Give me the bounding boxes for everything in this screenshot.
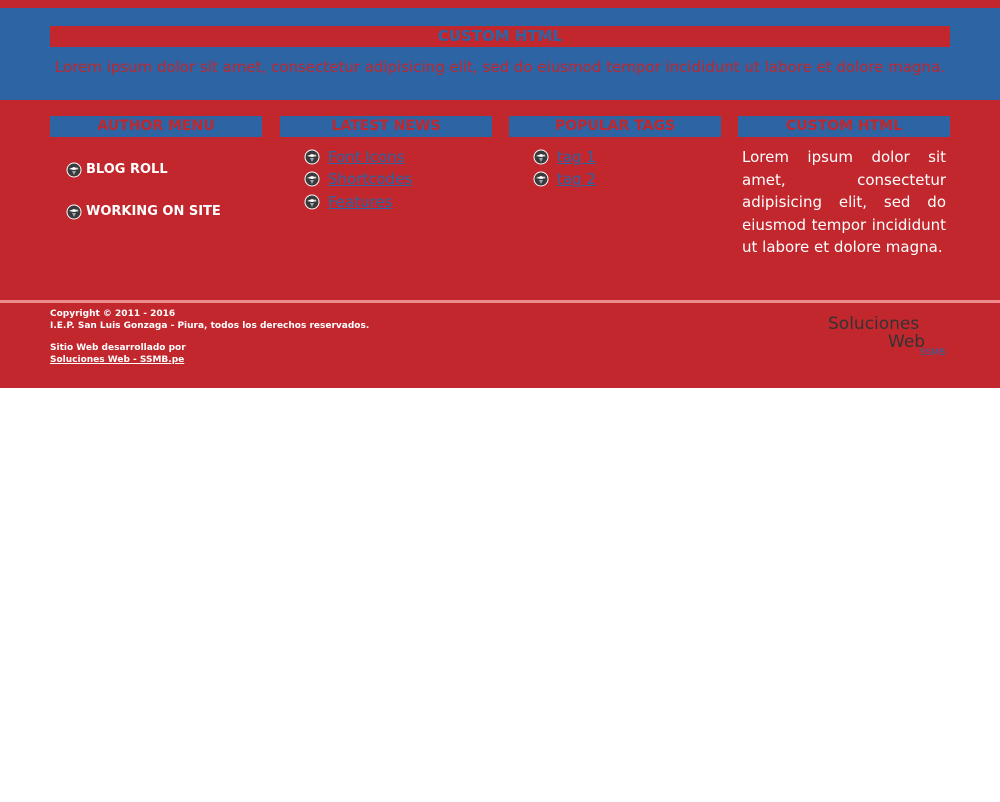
logo-line1: Soluciones <box>828 314 919 334</box>
tag-link[interactable]: tag 1 <box>557 147 596 167</box>
developed-by-text: Sitio Web desarrollado por <box>50 343 186 353</box>
news-link[interactable]: Font Icons <box>328 147 405 167</box>
school-rights-text: I.E.P. San Luis Gonzaga - Piura, todos l… <box>50 321 370 331</box>
menu-item-label[interactable]: WORKING ON SITE <box>86 202 221 222</box>
top-strip <box>0 0 1000 8</box>
eagle-bullet-icon <box>304 171 320 187</box>
copyright-text: Copyright © 2011 - 2016 <box>50 309 176 319</box>
news-link[interactable]: Features <box>328 192 393 212</box>
eagle-bullet-icon <box>66 162 82 178</box>
popular-tags-widget: POPULAR TAGS tag 1 tag 2 <box>509 116 721 188</box>
menu-item-label[interactable]: BLOG ROLL <box>86 160 168 180</box>
eagle-bullet-icon <box>533 171 549 187</box>
tag-link[interactable]: tag 2 <box>557 169 596 189</box>
developer-link[interactable]: Soluciones Web - SSMB.pe <box>50 355 184 365</box>
eagle-bullet-icon <box>304 149 320 165</box>
soluciones-web-logo[interactable]: Soluciones Web SSMB <box>828 309 948 357</box>
author-menu-widget: AUTHOR MENU BLOG ROLL WORKING ON SITE <box>50 116 262 137</box>
custom-html-widget: CUSTOM HTML Lorem ipsum dolor sit amet, … <box>738 116 950 256</box>
eagle-bullet-icon <box>533 149 549 165</box>
custom-html-text: Lorem ipsum dolor sit amet, consectetur … <box>742 148 946 256</box>
news-link[interactable]: Shortcodes <box>328 169 412 189</box>
latest-news-widget: LATEST NEWS Font Icons Shortcodes Featur… <box>280 116 492 211</box>
author-menu-title: AUTHOR MENU <box>50 116 262 137</box>
top-banner: CUSTOM HTML Lorem ipsum dolor sit amet, … <box>0 8 1000 100</box>
popular-tags-title: POPULAR TAGS <box>509 116 721 137</box>
latest-news-title: LATEST NEWS <box>280 116 492 137</box>
custom-html-title: CUSTOM HTML <box>738 116 950 137</box>
top-banner-title: CUSTOM HTML <box>50 26 950 47</box>
widget-area: AUTHOR MENU BLOG ROLL WORKING ON SITE LA… <box>0 100 1000 300</box>
top-banner-text: Lorem ipsum dolor sit amet, consectetur … <box>54 58 946 76</box>
eagle-bullet-icon <box>66 204 82 220</box>
logo-tag: SSMB <box>920 348 945 357</box>
eagle-bullet-icon <box>304 194 320 210</box>
footer: Copyright © 2011 - 2016 I.E.P. San Luis … <box>0 303 1000 388</box>
